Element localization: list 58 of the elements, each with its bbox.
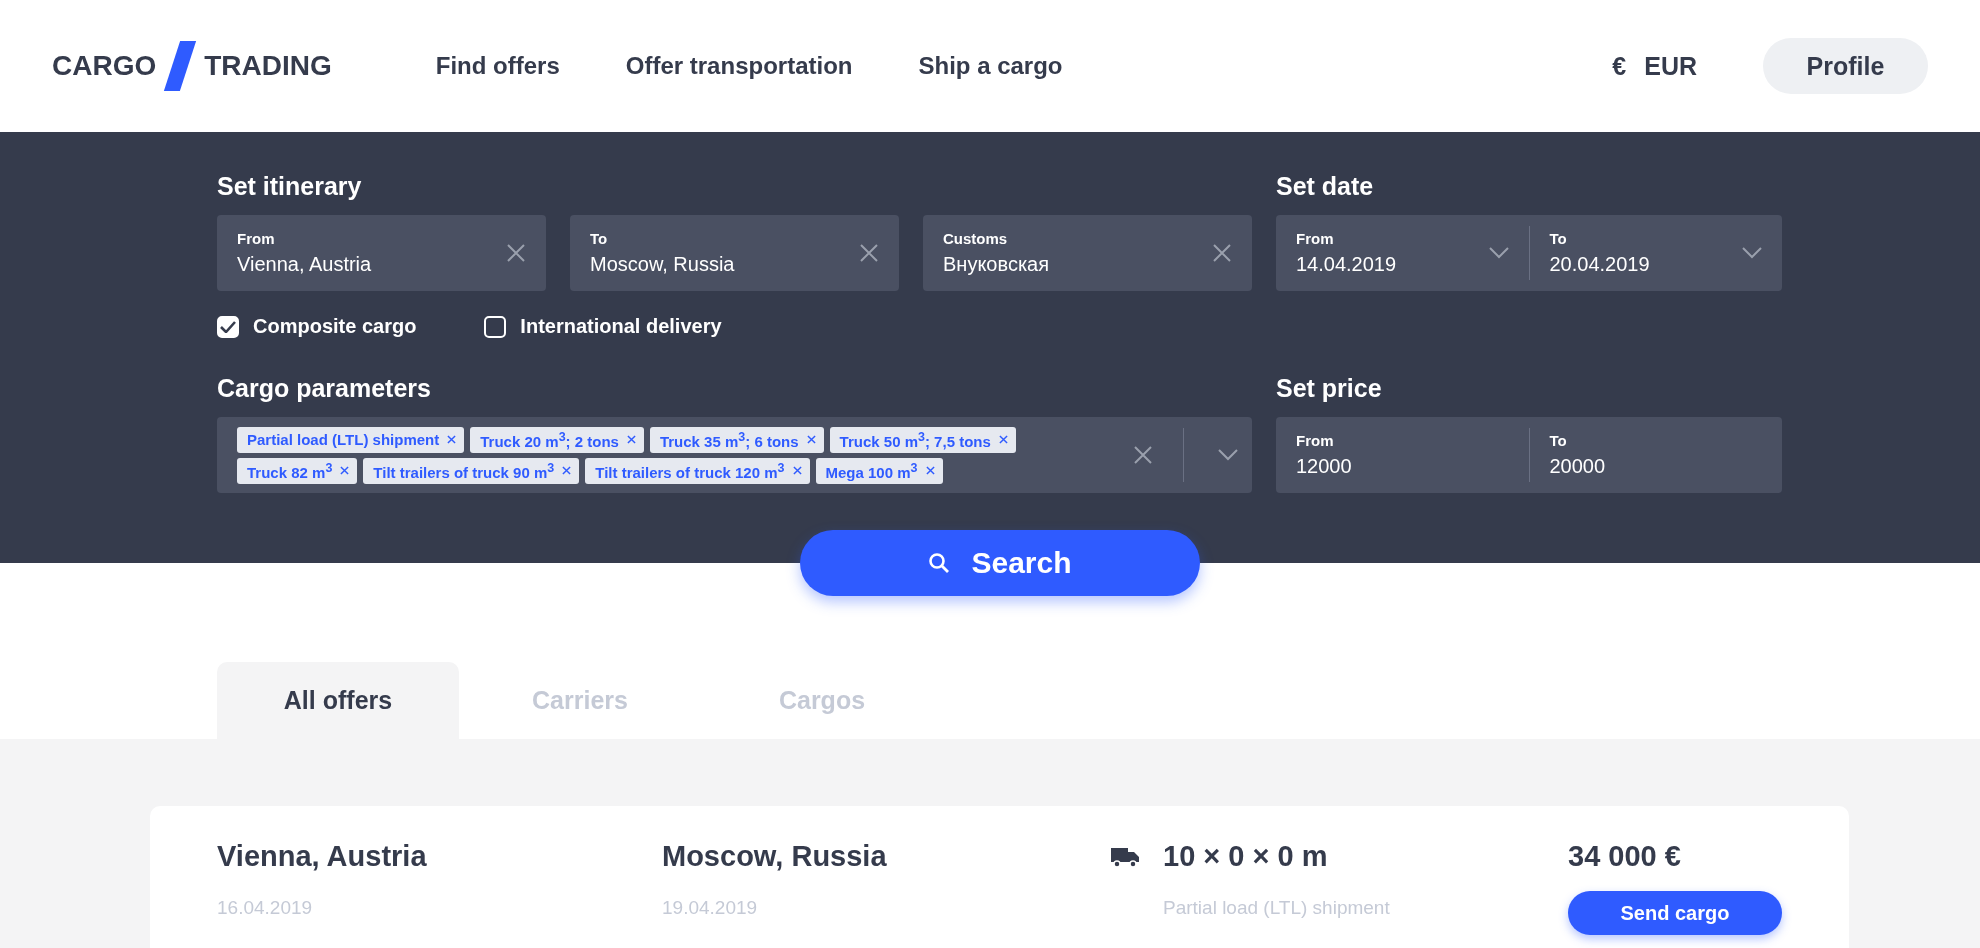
clear-icon[interactable] [1133, 445, 1153, 465]
location-field[interactable]: From Vienna, Austria [217, 215, 546, 291]
clear-icon[interactable] [1212, 243, 1232, 263]
remove-tag-icon[interactable] [925, 466, 935, 475]
profile-button[interactable]: Profile [1763, 38, 1928, 94]
checkbox[interactable] [217, 315, 239, 338]
currency-symbol[interactable]: € [1612, 51, 1627, 81]
checkbox-label[interactable]: International delivery [520, 315, 722, 338]
location-field[interactable]: Customs Внуковская [923, 215, 1252, 291]
departure-date: 16.04.2019 [217, 897, 314, 919]
arrival-date: 19.04.2019 [662, 897, 759, 919]
remove-tag-icon[interactable] [447, 435, 457, 444]
cargo-tag[interactable]: Truck 82 m$^{3}$ [237, 457, 358, 484]
destination-city: Moscow, Russia [662, 840, 888, 873]
remove-tag-icon[interactable] [806, 435, 816, 444]
cargo-parameters-field[interactable] [217, 417, 1252, 493]
cargo-tag[interactable]: Truck 35 m$^{3}$; 6 tons [649, 426, 824, 453]
price-input[interactable]: To 20000 [1549, 432, 1762, 478]
price-input[interactable]: From 12000 [1296, 432, 1509, 478]
search-button[interactable]: Search [799, 530, 1200, 596]
remove-tag-icon[interactable] [998, 435, 1008, 444]
nav-link[interactable]: Offer transportation [625, 52, 853, 80]
date-input[interactable]: From 14.04.2019 [1296, 230, 1479, 276]
checkbox[interactable] [484, 315, 507, 338]
clear-icon[interactable] [506, 243, 526, 263]
section-title: Set date [1276, 172, 1375, 201]
cargo-tag[interactable]: Truck 20 m$^{3}$; 2 tons [470, 426, 644, 453]
cargo-tag[interactable]: Tilt trailers of truck 90 m$^{3}$ [363, 457, 580, 484]
cargo-tag[interactable]: Mega 100 m$^{3}$ [815, 457, 943, 484]
chevron-down-icon[interactable] [1742, 247, 1762, 259]
cargo-tag[interactable]: Truck 50 m$^{3}$; 7,5 tons [829, 426, 1016, 453]
cargo-tag[interactable]: Partial load (LTL) shipment [237, 426, 465, 453]
offer-price: 34 000 € [1568, 840, 1682, 873]
send-cargo-button[interactable]: Send cargo [1568, 891, 1782, 935]
nav-link[interactable]: Ship a cargo [918, 52, 1063, 80]
chevron-down-icon[interactable] [1218, 449, 1238, 461]
tab[interactable]: All offers [217, 662, 459, 739]
truck-icon [1110, 845, 1140, 868]
load-type: Partial load (LTL) shipment [1162, 897, 1391, 919]
origin-city: Vienna, Austria [217, 840, 428, 873]
cargo-dimensions: 10 × 0 × 0 m [1163, 840, 1328, 873]
section-title: Set price [1276, 374, 1383, 403]
clear-icon[interactable] [859, 243, 879, 263]
remove-tag-icon[interactable] [340, 466, 350, 475]
logo-text: TRADING [204, 50, 332, 82]
cargo-tag[interactable]: Tilt trailers of truck 120 m$^{3}$ [585, 457, 810, 484]
remove-tag-icon[interactable] [562, 466, 572, 475]
section-title: Cargo parameters [217, 374, 432, 403]
section-title: Set itinerary [217, 172, 363, 201]
logo-text: CARGO [52, 50, 157, 82]
nav-link[interactable]: Find offers [435, 52, 560, 80]
checkbox-label[interactable]: Composite cargo [253, 315, 417, 338]
currency-selector[interactable]: EUR [1644, 51, 1697, 81]
location-field[interactable]: To Moscow, Russia [570, 215, 899, 291]
remove-tag-icon[interactable] [626, 435, 636, 444]
date-input[interactable]: To 20.04.2019 [1549, 230, 1732, 276]
remove-tag-icon[interactable] [792, 466, 802, 475]
chevron-down-icon[interactable] [1488, 247, 1509, 259]
